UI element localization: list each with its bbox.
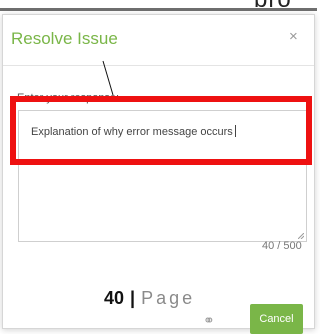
page-word: Page — [141, 288, 196, 308]
resize-handle-icon[interactable] — [298, 233, 304, 239]
dialog-title: Resolve Issue — [11, 29, 118, 48]
char-count: 40 / 500 — [262, 240, 302, 252]
cancel-button[interactable]: Cancel — [250, 304, 303, 334]
highlight-box — [10, 96, 312, 165]
header-divider — [3, 65, 314, 66]
page-separator: | — [130, 288, 136, 308]
background-document-text: bro — [254, 0, 292, 14]
top-divider — [0, 8, 317, 11]
page-number-footer: 40 | Page — [104, 288, 195, 309]
link-icon[interactable]: ⚭ — [203, 312, 215, 329]
page-number: 40 — [104, 288, 125, 308]
resolve-issue-dialog: Resolve Issue × Enter your response: Exp… — [2, 14, 315, 334]
close-icon[interactable]: × — [289, 28, 298, 45]
dialog-header: Resolve Issue × — [3, 15, 314, 55]
